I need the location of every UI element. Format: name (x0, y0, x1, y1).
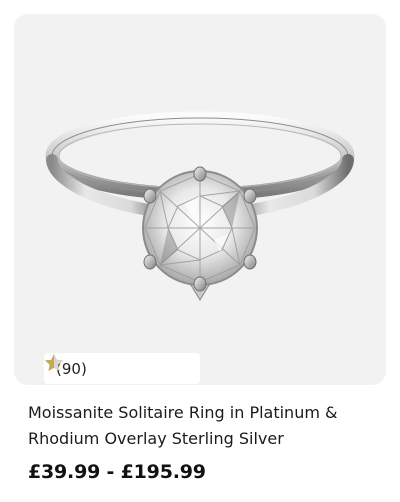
product-card[interactable]: (90) Moissanite Solitaire Ring in Platin… (0, 0, 400, 502)
rating-badge: (90) (44, 353, 200, 384)
product-price: £39.99 - £195.99 (28, 461, 206, 483)
product-image[interactable]: (90) (14, 14, 386, 385)
product-title[interactable]: Moissanite Solitaire Ring in Platinum & … (28, 400, 378, 452)
star-half-icon (45, 354, 63, 371)
ring-illustration (45, 111, 355, 301)
